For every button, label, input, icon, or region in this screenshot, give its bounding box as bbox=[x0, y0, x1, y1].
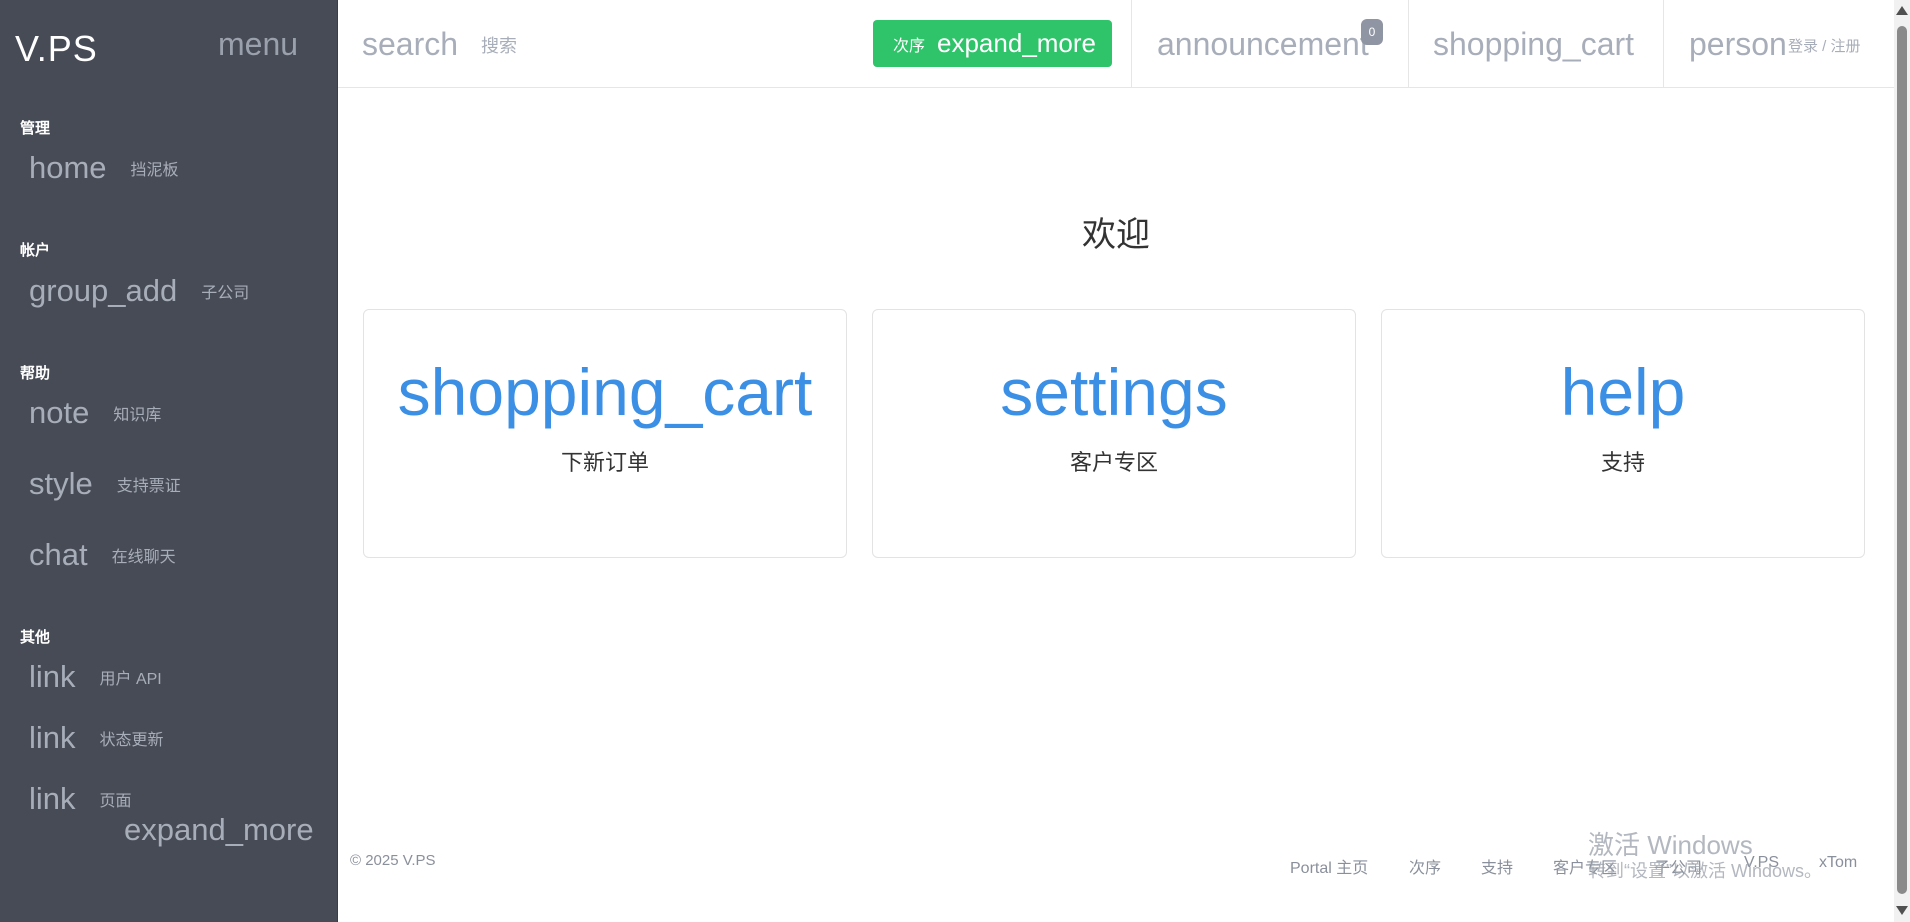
sidebar-item-label: 页面 bbox=[99, 793, 132, 810]
sidebar-item-label: 状态更新 bbox=[99, 732, 164, 749]
search-icon[interactable]: search bbox=[362, 26, 458, 63]
copyright: © 2025 V.PS bbox=[350, 852, 436, 869]
sidebar-item-user-api[interactable]: link 用户 API bbox=[29, 659, 162, 695]
footer-link-xtom[interactable]: xTom bbox=[1819, 854, 1857, 872]
sidebar-item-pages[interactable]: link 页面 bbox=[29, 781, 132, 817]
topbar-divider bbox=[1663, 0, 1664, 88]
menu-icon[interactable]: menu bbox=[218, 26, 298, 63]
sidebar-item-label: 挡泥板 bbox=[130, 162, 179, 179]
scroll-down-arrow-icon[interactable] bbox=[1896, 906, 1908, 915]
sidebar-item-tickets[interactable]: style 支持票证 bbox=[29, 466, 181, 502]
settings-icon: settings bbox=[1000, 355, 1228, 429]
shopping-cart-icon: shopping_cart bbox=[397, 355, 813, 429]
topbar-divider bbox=[1131, 0, 1132, 88]
scroll-up-arrow-icon[interactable] bbox=[1896, 6, 1908, 15]
section-title-other: 其他 bbox=[20, 629, 51, 646]
expand-more-icon[interactable]: expand_more bbox=[124, 812, 314, 848]
sidebar: V.PS menu 管理 home 挡泥板 帐户 group_add 子公司 帮… bbox=[0, 0, 338, 922]
help-icon: help bbox=[1560, 355, 1686, 429]
section-title-manage: 管理 bbox=[20, 120, 51, 137]
footer-link-portal-home[interactable]: Portal 主页 bbox=[1290, 854, 1368, 878]
search-label[interactable]: 搜索 bbox=[481, 32, 517, 58]
card-new-order[interactable]: shopping_cart 下新订单 bbox=[363, 309, 847, 558]
card-label: 下新订单 bbox=[560, 450, 649, 475]
sidebar-item-live-chat[interactable]: chat 在线聊天 bbox=[29, 537, 176, 573]
sidebar-item-knowledgebase[interactable]: note 知识库 bbox=[29, 395, 161, 431]
order-button-label: 次序 bbox=[893, 37, 926, 55]
sidebar-item-label: 在线聊天 bbox=[111, 549, 176, 566]
section-title-account: 帐户 bbox=[20, 242, 51, 259]
card-client-area[interactable]: settings 客户专区 bbox=[872, 309, 1356, 558]
expand-more-icon: expand_more bbox=[937, 28, 1097, 58]
link-icon: link bbox=[29, 659, 76, 694]
link-icon: link bbox=[29, 781, 76, 816]
sidebar-item-dashboard[interactable]: home 挡泥板 bbox=[29, 150, 179, 186]
sidebar-item-status-updates[interactable]: link 状态更新 bbox=[29, 720, 164, 756]
sidebar-item-label: 子公司 bbox=[201, 285, 250, 302]
chat-icon: chat bbox=[29, 537, 88, 572]
card-label: 支持 bbox=[1600, 450, 1645, 475]
announcement-icon[interactable]: announcement bbox=[1157, 26, 1369, 63]
sidebar-item-affiliates[interactable]: group_add 子公司 bbox=[29, 273, 249, 309]
login-register-link[interactable]: 登录 / 注册 bbox=[1788, 35, 1861, 56]
order-button[interactable]: 次序 expand_more bbox=[873, 20, 1112, 67]
home-icon: home bbox=[29, 150, 107, 185]
topbar: search 搜索 次序 expand_more announcement 0 … bbox=[338, 0, 1894, 88]
footer-link-support[interactable]: 支持 bbox=[1481, 854, 1513, 878]
style-icon: style bbox=[29, 466, 93, 501]
footer-link-order[interactable]: 次序 bbox=[1409, 854, 1441, 878]
person-icon[interactable]: person bbox=[1689, 26, 1787, 63]
sidebar-item-label: 用户 API bbox=[99, 671, 162, 688]
group-add-icon: group_add bbox=[29, 273, 178, 308]
windows-activation-watermark-text: 转到“设置”以激活 Windows。 bbox=[1588, 861, 1823, 881]
topbar-divider bbox=[1408, 0, 1409, 88]
scrollbar-thumb[interactable] bbox=[1897, 26, 1907, 894]
card-support[interactable]: help 支持 bbox=[1381, 309, 1865, 558]
note-icon: note bbox=[29, 395, 90, 430]
section-title-help: 帮助 bbox=[20, 365, 51, 382]
notification-badge: 0 bbox=[1361, 19, 1383, 45]
sidebar-item-label: 知识库 bbox=[113, 407, 162, 424]
page-title: 欢迎 bbox=[1082, 216, 1150, 254]
card-label: 客户专区 bbox=[1069, 450, 1158, 475]
app-root: V.PS menu 管理 home 挡泥板 帐户 group_add 子公司 帮… bbox=[0, 0, 1910, 922]
link-icon: link bbox=[29, 720, 76, 755]
sidebar-item-label: 支持票证 bbox=[116, 478, 181, 495]
shopping-cart-icon[interactable]: shopping_cart bbox=[1433, 26, 1634, 63]
brand-logo[interactable]: V.PS bbox=[15, 28, 98, 70]
